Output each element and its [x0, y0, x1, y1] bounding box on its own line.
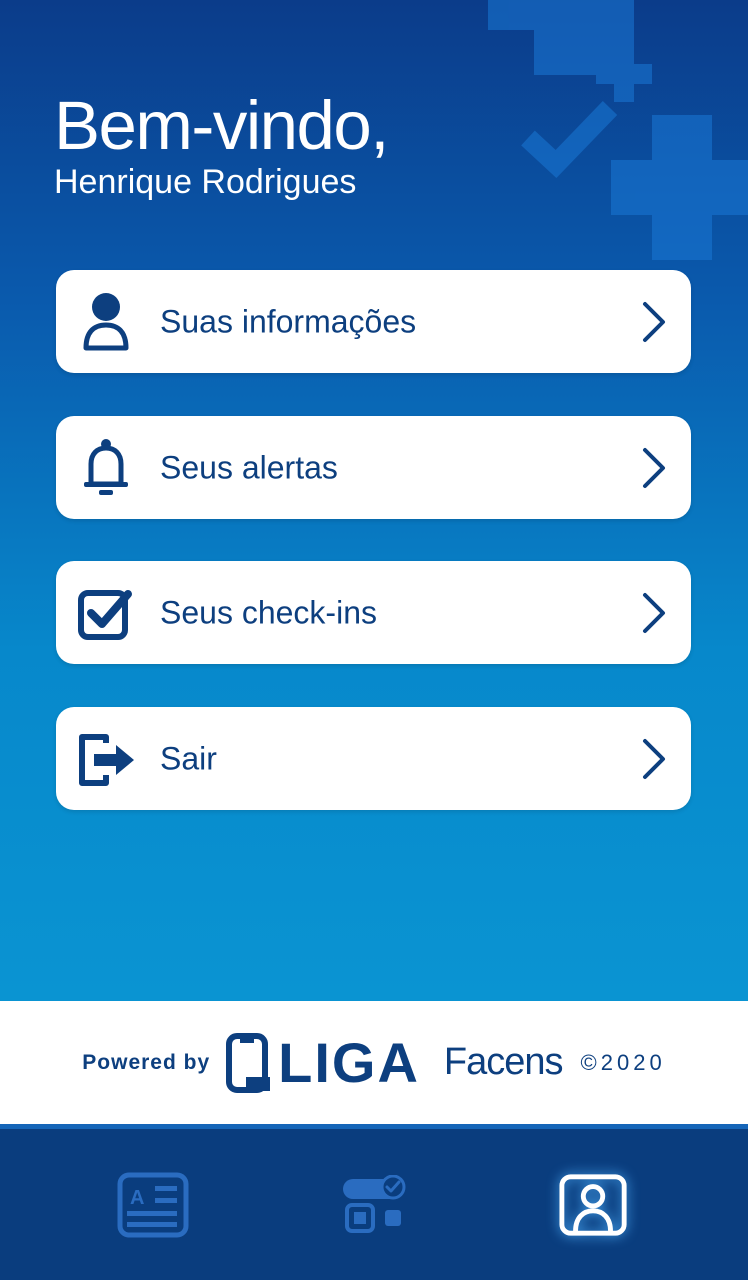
menu-item-suas-informacoes[interactable]: Suas informações [56, 270, 691, 373]
checkbox-icon [76, 583, 136, 643]
user-name: Henrique Rodrigues [54, 163, 357, 201]
footer-branding: Powered by LIGA Facens ©2020 [0, 1001, 748, 1124]
powered-by-label: Powered by [82, 1050, 211, 1074]
copyright-text: ©2020 [580, 1049, 666, 1075]
liga-logo-text: LIGA [278, 1031, 420, 1094]
chevron-right-icon [643, 592, 665, 633]
bottom-tab-bar: A [0, 1124, 748, 1280]
menu-item-sair[interactable]: Sair [56, 707, 691, 810]
liga-logo: LIGA [226, 1030, 420, 1095]
chevron-right-icon [643, 738, 665, 779]
facens-logo: Facens [443, 1041, 564, 1083]
menu-item-label: Sair [160, 740, 217, 776]
menu-item-seus-alertas[interactable]: Seus alertas [56, 416, 691, 519]
svg-text:A: A [130, 1187, 144, 1209]
app-screen: Bem-vindo, Henrique Rodrigues Suas infor… [0, 0, 748, 1280]
tab-id-card[interactable]: A [117, 1169, 189, 1241]
menu-item-label: Seus alertas [160, 449, 338, 485]
id-card-icon: A [117, 1172, 189, 1238]
medical-cross-decoration [488, 0, 748, 260]
chevron-right-icon [643, 301, 665, 342]
bell-icon [76, 438, 136, 498]
chevron-right-icon [643, 447, 665, 488]
menu-item-label: Seus check-ins [160, 594, 377, 630]
header-area: Bem-vindo, Henrique Rodrigues Suas infor… [0, 0, 748, 1001]
checkin-grid-icon [343, 1175, 406, 1233]
liga-phone-icon [226, 1032, 271, 1093]
menu-item-label: Suas informações [160, 303, 417, 339]
user-icon [76, 292, 136, 352]
welcome-title: Bem-vindo, [54, 87, 389, 164]
logout-icon [76, 729, 136, 789]
menu-item-seus-check-ins[interactable]: Seus check-ins [56, 561, 691, 664]
tab-profile[interactable] [558, 1169, 630, 1241]
profile-icon [559, 1174, 627, 1236]
tab-check-in[interactable] [338, 1169, 410, 1241]
